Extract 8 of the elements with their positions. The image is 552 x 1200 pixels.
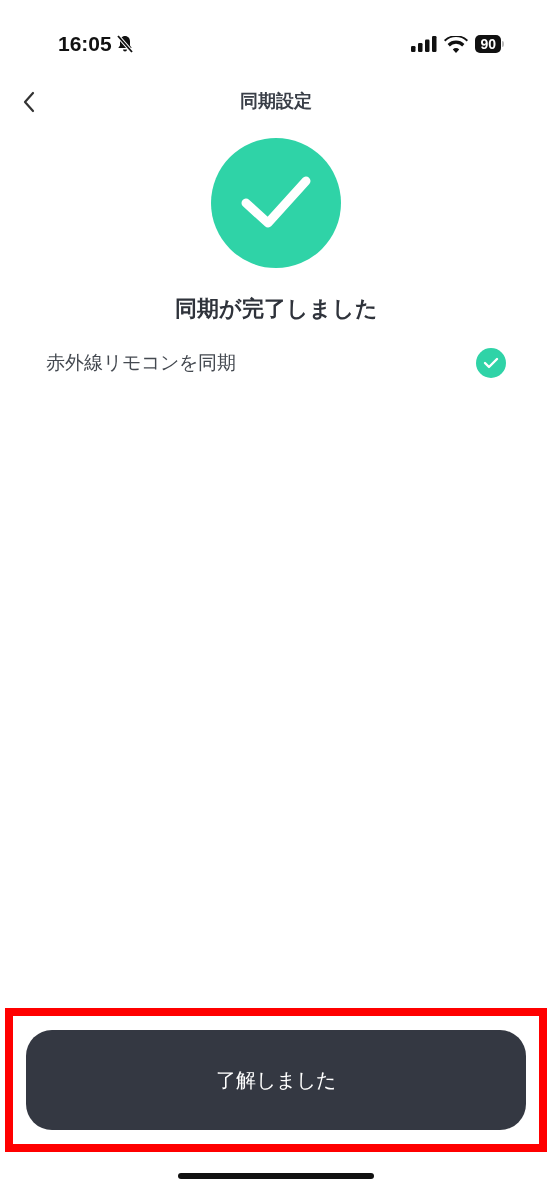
signal-icon xyxy=(411,36,438,52)
screen-title: 同期設定 xyxy=(240,89,312,113)
completion-message: 同期が完了しました xyxy=(174,295,378,323)
confirm-button[interactable]: 了解しました xyxy=(26,1030,526,1130)
clock-time: 16:05 xyxy=(58,32,112,56)
battery-icon: 90 xyxy=(475,35,504,53)
wifi-icon xyxy=(444,35,469,53)
sync-item-label: 赤外線リモコンを同期 xyxy=(46,350,236,375)
